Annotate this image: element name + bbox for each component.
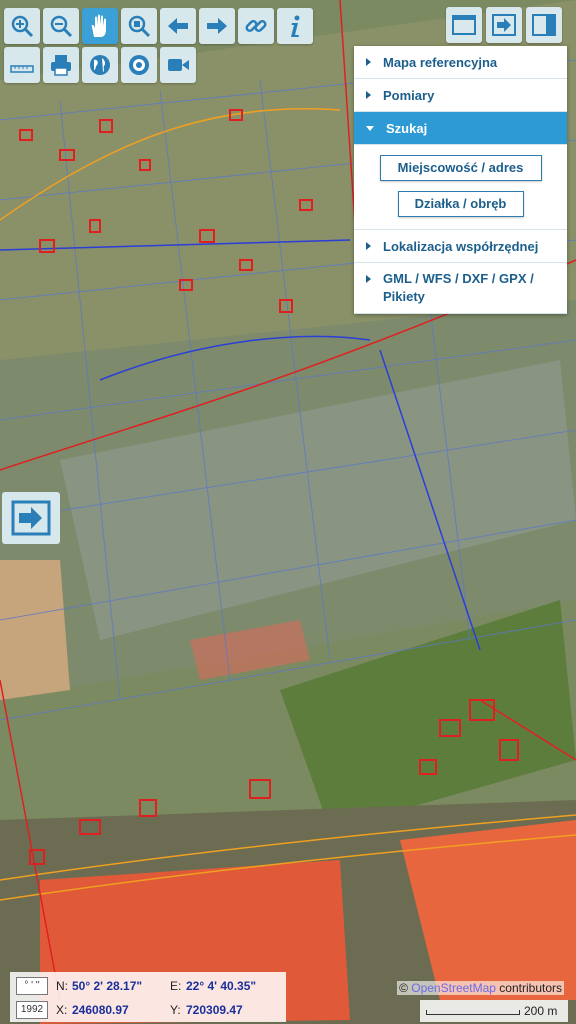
info-icon[interactable] [277,8,313,44]
chevron-right-icon [366,275,371,283]
tools-menu-panel: Mapa referencyjna Pomiary Szukaj Miejsco… [354,46,567,314]
x-label: X: [56,1003,68,1017]
y-label: Y: [170,1003,181,1017]
menu-item-pomiary[interactable]: Pomiary [354,79,567,112]
sidebar-icon[interactable] [526,7,562,43]
back-icon[interactable] [160,8,196,44]
scale-bar: 200 m [420,1000,568,1022]
menu-item-label: Pomiary [383,87,435,103]
scale-line [426,1010,520,1015]
zoom-in-icon[interactable] [4,8,40,44]
y-value: 720309.47 [186,1003,243,1017]
map-attribution: © OpenStreetMap contributors [397,981,564,995]
measure-ruler-icon[interactable] [4,47,40,83]
pan-hand-icon[interactable] [82,8,118,44]
window-icon[interactable] [446,7,482,43]
chevron-down-icon [366,125,374,131]
zoom-out-icon[interactable] [43,8,79,44]
chevron-right-icon [366,242,371,250]
search-address-button[interactable]: Miejscowość / adres [379,155,542,181]
coord-format-badge[interactable]: ° ' '' [16,977,48,995]
scale-label: 200 m [524,1004,558,1018]
video-icon[interactable] [160,47,196,83]
coordinates-readout: ° ' '' N: 50° 2' 28.17" E: 22° 4' 40.35"… [10,972,286,1022]
coord-system-badge[interactable]: 1992 [16,1001,48,1019]
osm-link[interactable]: OpenStreetMap [411,981,496,995]
panel-arrow-icon [11,500,51,536]
menu-item-label: Mapa referencyjna [383,54,498,70]
e-value: 22° 4' 40.35" [186,979,257,993]
panel-arrow-icon[interactable] [486,7,522,43]
attribution-suffix: contributors [495,981,562,995]
link-icon[interactable] [238,8,274,44]
chevron-right-icon [366,58,371,66]
search-parcel-button[interactable]: Działka / obręb [397,191,524,217]
menu-item-szukaj[interactable]: Szukaj [354,112,567,145]
forward-icon[interactable] [199,8,235,44]
menu-item-gml-wfs[interactable]: GML / WFS / DXF / GPX / Pikiety [354,263,567,314]
e-label: E: [170,979,182,993]
print-icon[interactable] [43,47,79,83]
search-submenu: Miejscowość / adres Działka / obręb [354,145,567,230]
attribution-prefix: © [399,981,412,995]
x-value: 246080.97 [72,1003,129,1017]
globe-icon[interactable] [82,47,118,83]
menu-item-mapa-referencyjna[interactable]: Mapa referencyjna [354,46,567,79]
target-icon[interactable] [121,47,157,83]
n-value: 50° 2' 28.17" [72,979,143,993]
zoom-extent-icon[interactable] [121,8,157,44]
menu-item-label: GML / WFS / DXF / GPX / Pikiety [383,271,534,304]
chevron-right-icon [366,91,371,99]
menu-item-label: Szukaj [386,120,428,136]
menu-item-label: Lokalizacja współrzędnej [383,238,539,254]
side-panel-toggle[interactable] [2,492,60,544]
menu-item-lokalizacja[interactable]: Lokalizacja współrzędnej [354,230,567,263]
n-label: N: [56,979,68,993]
